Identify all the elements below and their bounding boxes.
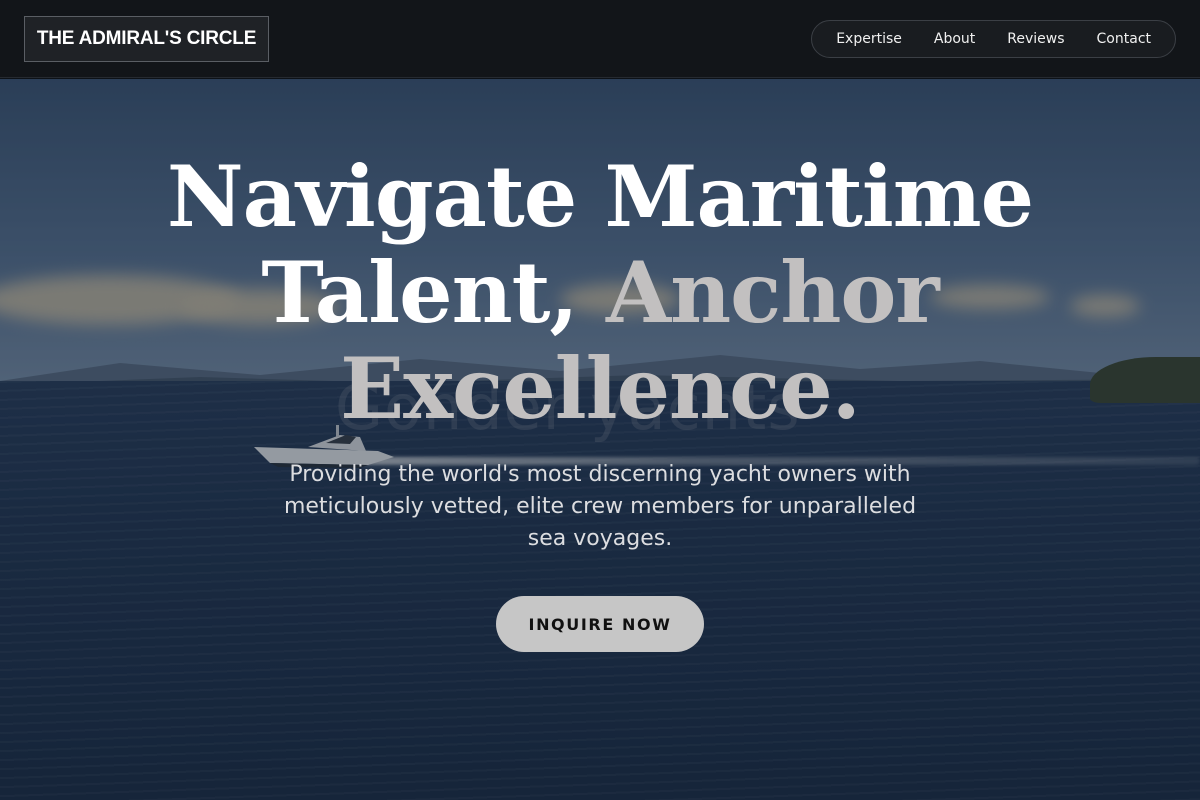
hero-subtitle: Providing the world's most discerning ya…: [283, 462, 917, 551]
nav-item-reviews[interactable]: Reviews: [991, 31, 1080, 47]
nav-item-contact[interactable]: Contact: [1081, 31, 1167, 47]
hero-section: Gonder yachts Navigate Maritime Talent, …: [0, 79, 1200, 800]
nav-item-about[interactable]: About: [918, 31, 991, 47]
nav-item-expertise[interactable]: Expertise: [820, 31, 918, 47]
hero-title: Navigate Maritime Talent, Anchor Excelle…: [100, 149, 1100, 437]
hero-title-accent: Anchor: [605, 243, 940, 342]
main-nav: Expertise About Reviews Contact: [811, 20, 1176, 58]
brand-logo[interactable]: THE ADMIRAL'S CIRCLE: [24, 16, 269, 62]
inquire-now-button[interactable]: INQUIRE NOW: [496, 596, 704, 652]
hero-title-line1: Navigate Maritime: [166, 147, 1034, 246]
hero-title-line2: Talent,: [261, 243, 606, 342]
hero-title-line3: Excellence.: [340, 339, 861, 438]
site-header: THE ADMIRAL'S CIRCLE Expertise About Rev…: [0, 0, 1200, 78]
